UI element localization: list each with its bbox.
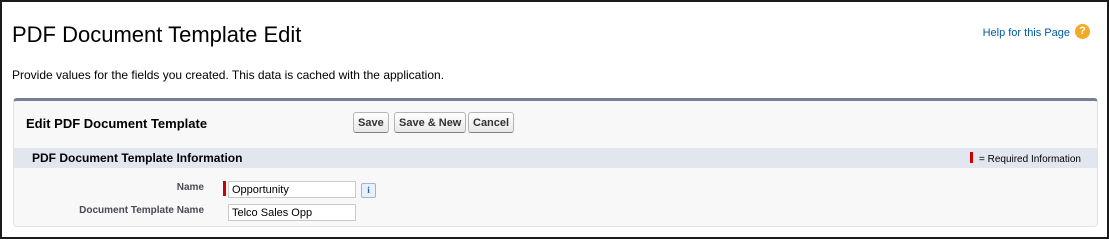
- document-template-name-input[interactable]: [228, 204, 356, 221]
- info-icon[interactable]: i: [361, 183, 376, 198]
- section-header: PDF Document Template Information = Requ…: [14, 148, 1097, 168]
- page-description: Provide values for the fields you create…: [12, 68, 445, 82]
- save-button[interactable]: Save: [353, 112, 389, 133]
- help-icon[interactable]: ?: [1075, 24, 1090, 39]
- cancel-button[interactable]: Cancel: [468, 112, 515, 133]
- edit-panel-title: Edit PDF Document Template: [26, 116, 208, 131]
- required-legend: = Required Information: [969, 152, 1081, 165]
- required-legend-text: = Required Information: [978, 154, 1081, 165]
- name-required-marker: [223, 181, 226, 196]
- page-frame: PDF Document Template Edit Help for this…: [0, 0, 1109, 239]
- document-template-name-label: Document Template Name: [79, 205, 204, 216]
- section-title: PDF Document Template Information: [32, 151, 243, 165]
- help-link[interactable]: Help for this Page: [983, 27, 1070, 39]
- name-label: Name: [176, 182, 204, 193]
- required-marker: [969, 152, 973, 163]
- save-and-new-button[interactable]: Save & New: [394, 112, 467, 133]
- edit-panel: Edit PDF Document Template Save Save & N…: [13, 98, 1098, 227]
- name-input[interactable]: [228, 181, 356, 198]
- page-title: PDF Document Template Edit: [12, 22, 302, 47]
